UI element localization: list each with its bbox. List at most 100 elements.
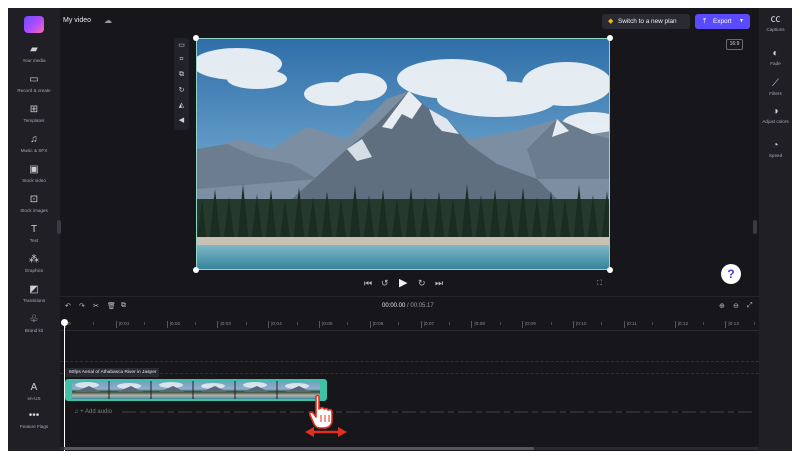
- ruler-tick-label: |0:02: [166, 321, 181, 328]
- audio-track-placeholder: [122, 411, 752, 413]
- sidebar-item-stock-video[interactable]: ▣ Stock video: [8, 164, 60, 184]
- right-panel-filters[interactable]: ⟋ Filters: [759, 78, 792, 97]
- ruler-minor-tick: [144, 322, 146, 325]
- video-clip[interactable]: [65, 379, 327, 401]
- hand-cursor-icon: [308, 395, 333, 429]
- zoom-out-icon[interactable]: ⊖: [733, 302, 739, 310]
- right-panel-label: Captions: [766, 27, 785, 32]
- filters-icon: ⟋: [772, 78, 779, 89]
- fit-icon[interactable]: ▭: [174, 41, 189, 49]
- sidebar-item-label: Text: [29, 238, 39, 243]
- image-icon: ⊡: [29, 194, 39, 205]
- right-panel-adjust-colors[interactable]: ◑ Adjust colors: [759, 106, 792, 125]
- clip-title: 60fps Aerial of Athabasca River in Jaspe…: [66, 368, 160, 377]
- app-logo[interactable]: [24, 16, 44, 33]
- sidebar-item-transitions[interactable]: ◩ Transitions: [8, 284, 60, 304]
- ruler-tick-label: |0:12: [674, 321, 689, 328]
- sidebar-item-text[interactable]: T Text: [8, 224, 60, 244]
- ruler-tick-label: |0:03: [217, 321, 231, 328]
- ruler-minor-tick: [753, 322, 755, 325]
- ruler-minor-tick: [93, 322, 95, 325]
- sidebar-item-label: Record & create: [17, 88, 51, 93]
- resize-handle-bottom-right[interactable]: [607, 267, 613, 273]
- add-audio-button[interactable]: ♫ + Add audio: [74, 409, 112, 415]
- sidebar-item-stock-images[interactable]: ⊡ Stock images: [8, 194, 60, 214]
- timecode: 00:00.00 / 00:05.17: [382, 303, 434, 309]
- sidebar-item-templates[interactable]: ⊞ Templates: [8, 104, 60, 124]
- collapse-right-panel-handle[interactable]: [753, 220, 757, 234]
- time-ruler[interactable]: 0 |0:01 |0:02 |0:03 |0:04 |0:05 |0:06 |0:07 |0:0…: [60, 319, 759, 331]
- folder-icon: ▰: [30, 44, 38, 55]
- playhead[interactable]: [64, 321, 65, 451]
- sidebar-item-music-sfx[interactable]: ♫ Music & SFX: [8, 134, 60, 154]
- play-icon[interactable]: ▶: [399, 276, 407, 289]
- flip-icon[interactable]: ◭: [174, 101, 189, 109]
- zoom-in-icon[interactable]: ⊕: [719, 302, 725, 310]
- delete-icon[interactable]: 🗑: [107, 302, 116, 310]
- ruler-minor-tick: [449, 322, 450, 325]
- right-panel-captions[interactable]: ㏄ Captions: [759, 14, 792, 33]
- ruler-minor-tick: [296, 322, 298, 325]
- fullscreen-icon[interactable]: ⛶: [597, 280, 602, 288]
- ruler-tick-label: |0:05: [319, 321, 333, 328]
- ruler-minor-tick: [347, 322, 349, 325]
- redo-icon[interactable]: ↷: [79, 302, 85, 310]
- sidebar-item-graphics[interactable]: ⁂ Graphics: [8, 254, 60, 274]
- switch-plan-label: Switch to a new plan: [618, 18, 677, 25]
- ruler-minor-tick: [550, 322, 552, 325]
- volume-icon[interactable]: ◀: [174, 116, 189, 124]
- sidebar-item-record-create[interactable]: ▭ Record & create: [8, 74, 60, 94]
- music-icon: ♫: [30, 134, 38, 145]
- rotate-icon[interactable]: ↻: [174, 86, 189, 94]
- ruler-minor-tick: [652, 322, 654, 325]
- video-preview[interactable]: [196, 38, 610, 270]
- crop-icon[interactable]: ⌗: [174, 56, 189, 64]
- ruler-tick-label: |0:11: [623, 321, 638, 328]
- sidebar-item-your-media[interactable]: ▰ Your media: [8, 44, 60, 64]
- clip-trim-left-handle[interactable]: [67, 381, 72, 399]
- double-arrow-icon: [305, 427, 347, 437]
- captions-icon: ㏄: [770, 14, 781, 25]
- switch-plan-button[interactable]: ◆ Switch to a new plan: [602, 14, 690, 29]
- ruler-tick-label: |0:10: [573, 321, 587, 328]
- sidebar-item-en-us[interactable]: Aen-US: [8, 382, 60, 402]
- resize-handle-top-left[interactable]: [193, 35, 199, 41]
- skip-to-end-icon[interactable]: ⏭: [435, 278, 443, 289]
- mountain-landscape-image: [197, 39, 609, 269]
- film-icon: ▣: [29, 164, 39, 175]
- gem-icon: ◆: [608, 18, 614, 25]
- project-title[interactable]: My video: [63, 17, 91, 24]
- music-note-icon: ♫: [74, 409, 79, 415]
- forward-5s-icon[interactable]: ↻: [418, 278, 426, 289]
- sidebar-item-label: en-US: [27, 396, 41, 401]
- resize-handle-bottom-left[interactable]: [193, 267, 199, 273]
- rewind-5s-icon[interactable]: ↺: [381, 278, 389, 289]
- right-panel-fade[interactable]: ◐ Fade: [759, 48, 792, 67]
- duplicate-icon[interactable]: ⧉: [121, 302, 126, 310]
- adjust-colors-icon: ◑: [772, 106, 779, 117]
- split-icon[interactable]: ✂: [93, 302, 99, 310]
- fit-timeline-icon[interactable]: ⤢: [747, 302, 753, 310]
- text-icon: T: [30, 224, 38, 235]
- help-button[interactable]: ?: [721, 264, 741, 284]
- ruler-tick-label: 0: [65, 321, 71, 328]
- export-button[interactable]: ⤒ Export ▼: [695, 14, 750, 29]
- collapse-left-panel-handle[interactable]: [57, 220, 61, 234]
- left-sidebar: ▰ Your media ▭ Record & create ⊞ Templates ♫ Mu…: [8, 8, 61, 451]
- aspect-ratio-button[interactable]: 16:9: [726, 39, 743, 50]
- ruler-tick-label: |0:13: [725, 321, 739, 328]
- pip-icon[interactable]: ⧉: [174, 71, 189, 79]
- undo-icon[interactable]: ↶: [65, 302, 71, 310]
- right-sidebar: ㏄ Captions ◐ Fade ⟋ Filters ◑ Adjust colors ◔ Spe…: [759, 8, 792, 451]
- resize-handle-top-right[interactable]: [607, 35, 613, 41]
- upload-icon: ⤒: [703, 18, 707, 25]
- sidebar-item-brand-kit[interactable]: ♧ Brand kit: [8, 314, 60, 334]
- export-label: Export: [713, 18, 732, 25]
- sidebar-item-label: Templates: [23, 118, 45, 123]
- ruler-minor-tick: [398, 322, 400, 325]
- right-panel-speed[interactable]: ◔ Speed: [759, 140, 792, 159]
- sidebar-item-feature-flags[interactable]: ••• Feature Flags: [8, 410, 60, 430]
- skip-to-start-icon[interactable]: ⏮: [364, 278, 372, 289]
- timeline-scroll-thumb[interactable]: [64, 447, 534, 450]
- sidebar-item-label: Transitions: [22, 298, 46, 303]
